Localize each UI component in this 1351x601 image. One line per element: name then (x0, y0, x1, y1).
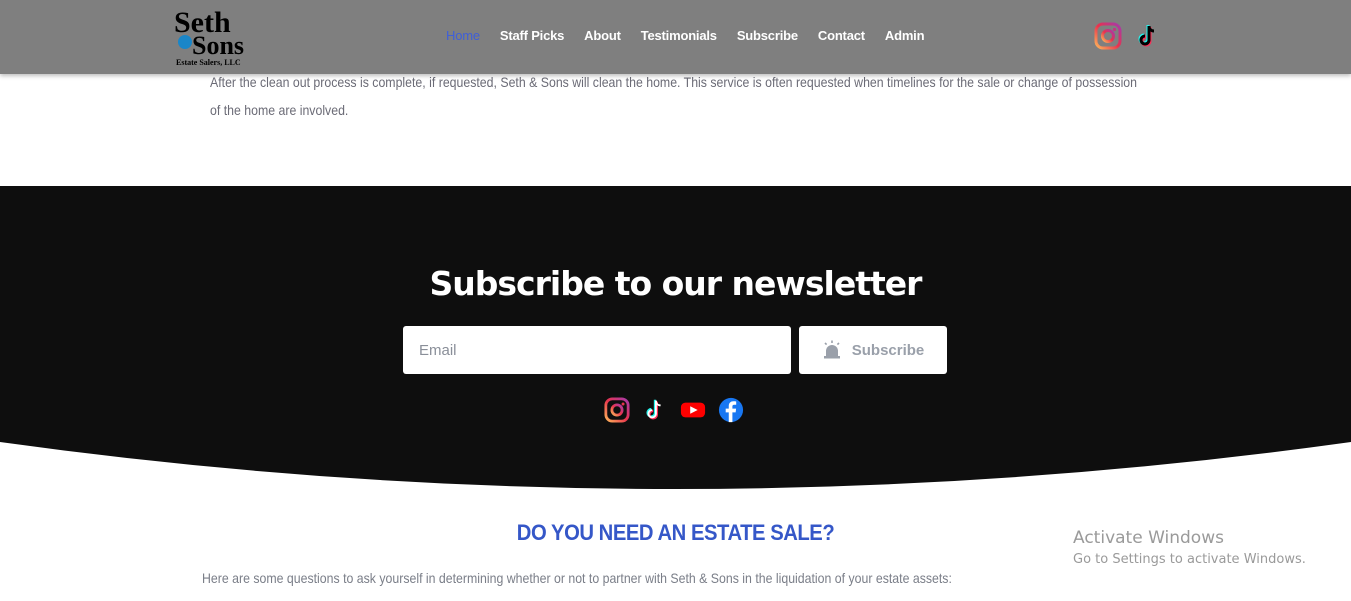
nav-subscribe[interactable]: Subscribe (727, 26, 808, 46)
instagram-icon[interactable] (1094, 22, 1122, 50)
subscribe-button-label: Subscribe (851, 341, 925, 359)
intro-paragraph: After the clean out process is complete,… (210, 74, 1138, 118)
alarm-icon (822, 340, 842, 360)
main-nav: Home Staff Picks About Testimonials Subs… (436, 26, 934, 46)
instagram-icon[interactable] (604, 397, 630, 423)
page: After the clean out process is complete,… (0, 0, 1351, 601)
email-input[interactable] (403, 326, 791, 374)
site-header: Seth Sons Estate Salers, LLC Home Staff … (0, 0, 1351, 74)
windows-activation-watermark: Activate Windows Go to Settings to activ… (1073, 528, 1306, 567)
nav-admin[interactable]: Admin (875, 26, 934, 46)
newsletter-title: Subscribe to our newsletter (429, 264, 923, 303)
nav-staff-picks[interactable]: Staff Picks (490, 26, 574, 46)
estate-sale-heading-text: DO YOU NEED AN ESTATE SALE? (516, 520, 835, 545)
watermark-title: Activate Windows (1073, 528, 1224, 548)
youtube-icon[interactable] (680, 397, 706, 423)
estate-sale-intro: Here are some questions to ask yourself … (202, 570, 952, 586)
nav-testimonials[interactable]: Testimonials (631, 26, 727, 46)
watermark-subtitle: Go to Settings to activate Windows. (1073, 552, 1306, 567)
header-social-links (1094, 22, 1162, 50)
subscribe-button[interactable]: Subscribe (799, 326, 947, 374)
logo-text-sons: Sons (192, 31, 244, 60)
tiktok-icon[interactable] (1134, 22, 1162, 50)
nav-contact[interactable]: Contact (808, 26, 875, 46)
nav-about[interactable]: About (574, 26, 631, 46)
site-logo[interactable]: Seth Sons Estate Salers, LLC (172, 4, 252, 68)
newsletter-social-links (604, 397, 744, 423)
logo-text-tagline: Estate Salers, LLC (176, 58, 241, 67)
tiktok-icon[interactable] (642, 397, 668, 423)
facebook-icon[interactable] (718, 397, 744, 423)
nav-home[interactable]: Home (436, 26, 490, 46)
